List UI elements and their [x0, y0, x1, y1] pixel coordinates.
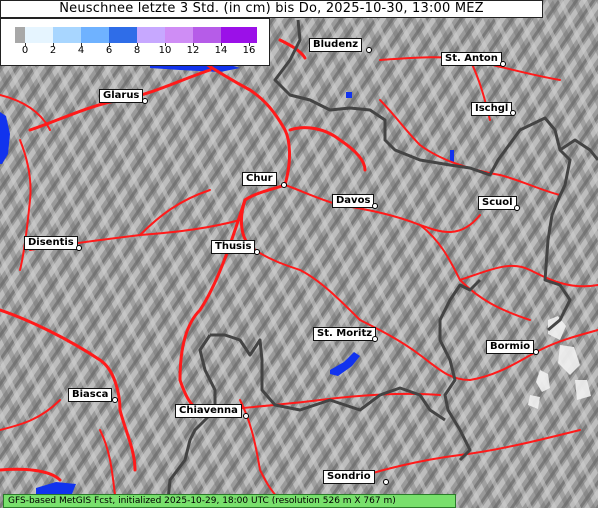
legend-segment — [81, 27, 109, 43]
place-label-st-anton: St. Anton — [441, 52, 502, 66]
place-marker-st-moritz — [372, 336, 378, 342]
legend-tick-labels: 0 2 4 6 8 10 12 14 16 — [1, 45, 271, 59]
legend-tick-mark — [165, 43, 166, 46]
place-label-glarus: Glarus — [99, 89, 144, 103]
place-label-st-moritz: St. Moritz — [313, 327, 377, 341]
place-marker-glarus — [142, 98, 148, 104]
legend-segment-max — [249, 27, 257, 43]
place-marker-scuol — [514, 205, 520, 211]
legend-tick-label: 12 — [186, 45, 200, 56]
legend-tick-label: 16 — [242, 45, 256, 56]
legend-color-bar — [15, 27, 257, 43]
place-label-bormio: Bormio — [486, 340, 535, 354]
place-marker-thusis — [254, 249, 260, 255]
place-label-disentis: Disentis — [24, 236, 78, 250]
legend-segment — [25, 27, 53, 43]
legend-tick-label: 14 — [214, 45, 228, 56]
legend-tick-label: 2 — [49, 45, 57, 56]
place-label-ischgl: Ischgl — [471, 102, 513, 116]
place-label-davos: Davos — [332, 194, 375, 208]
place-marker-bormio — [533, 349, 539, 355]
color-legend: 0 2 4 6 8 10 12 14 16 — [0, 18, 270, 66]
legend-segment — [165, 27, 193, 43]
legend-tick-mark — [25, 43, 26, 46]
map-title: Neuschnee letzte 3 Std. (in cm) bis Do, … — [0, 0, 543, 18]
legend-segment — [221, 27, 249, 43]
place-label-sondrio: Sondrio — [323, 470, 375, 484]
place-label-chur: Chur — [242, 172, 277, 186]
place-marker-chur — [281, 182, 287, 188]
place-marker-bludenz — [366, 47, 372, 53]
legend-tick-label: 6 — [105, 45, 113, 56]
place-label-biasca: Biasca — [68, 388, 113, 402]
place-marker-chiavenna — [243, 413, 249, 419]
legend-tick-label: 0 — [21, 45, 29, 56]
legend-tick-label: 4 — [77, 45, 85, 56]
terrain-map — [0, 0, 598, 508]
place-label-thusis: Thusis — [211, 240, 256, 254]
legend-segment — [53, 27, 81, 43]
legend-tick-mark — [193, 43, 194, 46]
forecast-info-footer: GFS-based MetGIS Fcst, initialized 2025-… — [3, 494, 456, 508]
place-marker-sondrio — [383, 479, 389, 485]
map-canvas — [0, 0, 598, 508]
relief-overlay — [0, 0, 598, 508]
place-marker-davos — [372, 203, 378, 209]
legend-tick-mark — [109, 43, 110, 46]
place-label-chiavenna: Chiavenna — [175, 404, 242, 418]
place-marker-st-anton — [500, 61, 506, 67]
place-marker-biasca — [112, 397, 118, 403]
legend-segment — [137, 27, 165, 43]
place-label-scuol: Scuol — [478, 196, 517, 210]
legend-segment — [193, 27, 221, 43]
legend-tick-label: 10 — [158, 45, 172, 56]
legend-tick-mark — [249, 43, 250, 46]
legend-tick-mark — [137, 43, 138, 46]
legend-segment — [109, 27, 137, 43]
place-label-bludenz: Bludenz — [309, 38, 363, 52]
place-marker-disentis — [76, 245, 82, 251]
legend-segment-none — [15, 27, 25, 43]
legend-tick-mark — [53, 43, 54, 46]
place-marker-ischgl — [510, 110, 516, 116]
legend-tick-label: 8 — [133, 45, 141, 56]
legend-tick-mark — [81, 43, 82, 46]
legend-tick-mark — [221, 43, 222, 46]
